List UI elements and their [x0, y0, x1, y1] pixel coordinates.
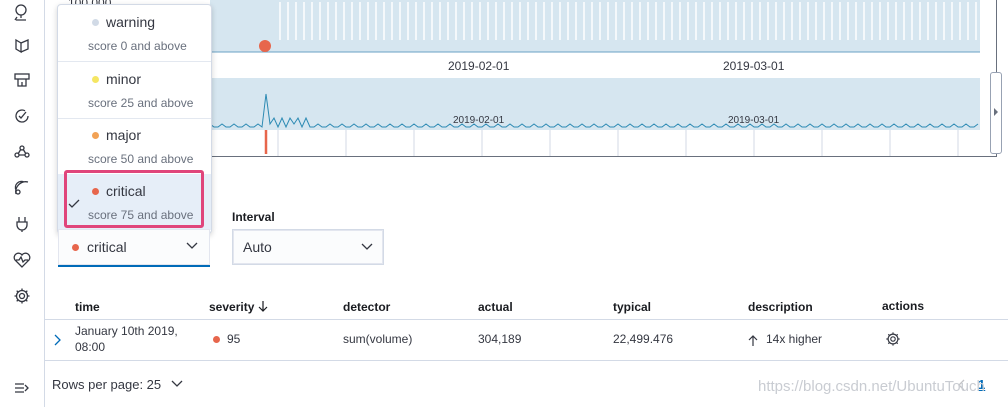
interval-select-value: Auto: [243, 239, 272, 255]
option-sub: score 50 and above: [88, 152, 194, 166]
graph-icon[interactable]: [12, 142, 32, 162]
column-header-time[interactable]: time: [75, 300, 100, 314]
dev-tools-icon[interactable]: [12, 214, 32, 234]
row-time-line1: January 10th 2019,: [75, 324, 178, 338]
severity-option-warning[interactable]: warning score 0 and above: [58, 5, 211, 62]
option-name: major: [106, 127, 142, 143]
uptime-icon[interactable]: [12, 178, 32, 198]
anomalies-table-header: time severity detector actual typical de…: [44, 295, 1008, 320]
severity-option-major[interactable]: major score 50 and above: [58, 118, 211, 175]
column-header-actual[interactable]: actual: [478, 300, 513, 314]
row-time-line2: 08:00: [75, 340, 106, 354]
canvas-icon[interactable]: [12, 106, 32, 126]
brush-handle[interactable]: [990, 72, 1002, 154]
minor-dot-icon: [92, 76, 99, 83]
severity-select-value: critical: [87, 239, 127, 255]
selection-highlight-annotation: [64, 170, 204, 228]
chevron-down-icon: [186, 242, 198, 249]
chevron-down-icon: [361, 243, 373, 250]
watermark-text: https://blog.csdn.net/UbuntuTouch: [758, 378, 985, 395]
row-description: 14x higher: [766, 332, 823, 346]
column-header-typical[interactable]: typical: [613, 300, 651, 314]
gear-icon[interactable]: [885, 331, 901, 347]
column-header-actions: actions: [882, 299, 925, 313]
rows-per-page-button[interactable]: Rows per page: 25: [52, 377, 183, 392]
visualize-icon[interactable]: [12, 36, 32, 56]
critical-dot-icon: [72, 244, 79, 251]
interval-label: Interval: [232, 210, 275, 224]
management-icon[interactable]: [12, 286, 32, 306]
option-name: minor: [106, 71, 142, 87]
option-name: warning: [106, 14, 156, 30]
row-typical: 22,499.476: [613, 332, 674, 346]
sort-descending-icon: [258, 301, 268, 312]
warning-dot-icon: [92, 19, 99, 26]
table-row: January 10th 2019, 08:00 95 sum(volume) …: [44, 320, 1008, 361]
side-navigation: [0, 0, 45, 407]
option-sub: score 25 and above: [88, 96, 194, 110]
chevron-right-icon: [994, 108, 998, 116]
severity-threshold-select[interactable]: critical: [58, 229, 210, 267]
option-sub: score 0 and above: [88, 39, 187, 53]
row-severity: 95: [227, 332, 241, 346]
major-dot-icon: [92, 132, 99, 139]
row-detector: sum(volume): [343, 332, 413, 346]
discover-icon[interactable]: [12, 2, 32, 22]
chevron-down-icon: [171, 380, 183, 387]
rows-per-page-label: Rows per page: 25: [52, 377, 162, 392]
dashboard-icon[interactable]: [12, 70, 32, 90]
severity-header-label: severity: [209, 300, 255, 314]
column-header-description[interactable]: description: [748, 300, 813, 314]
column-header-detector[interactable]: detector: [343, 300, 390, 314]
critical-severity-dot-icon: [213, 336, 220, 343]
monitoring-icon[interactable]: [12, 250, 32, 270]
chart-frame: [210, 0, 997, 157]
expand-row-chevron-icon[interactable]: [54, 334, 62, 346]
arrow-up-icon: [748, 335, 758, 346]
severity-option-minor[interactable]: minor score 25 and above: [58, 62, 211, 119]
collapse-menu-icon[interactable]: [12, 378, 32, 398]
interval-select[interactable]: Auto: [232, 229, 384, 265]
row-actual: 304,189: [478, 332, 522, 346]
column-header-severity[interactable]: severity: [209, 300, 268, 314]
